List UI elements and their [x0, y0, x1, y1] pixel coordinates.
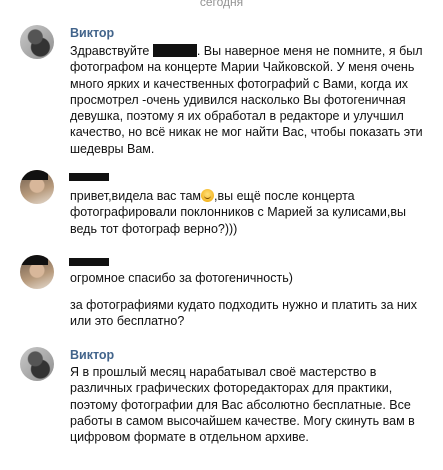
avatar[interactable]	[20, 170, 54, 204]
message-text-rest: . Вы наверное меня не помните, я был фот…	[70, 44, 423, 156]
message-text: за фотографиями кудато подходить нужно и…	[70, 298, 418, 329]
avatar[interactable]	[20, 347, 54, 381]
smile-emoji-icon	[201, 189, 215, 202]
redacted-avatar-bar	[20, 170, 48, 180]
message-2: привет,видела вас там ,вы ещё после конце…	[20, 170, 435, 240]
avatar[interactable]	[20, 25, 54, 59]
message-text: привет,видела вас там ,вы ещё после конце…	[70, 188, 435, 237]
message-text: Здравствуйте . Вы наверное меня не помни…	[70, 43, 435, 157]
message-3: огромное спасибо за фотогеничность) за ф…	[20, 255, 435, 335]
message-text-start: привет,видела вас там	[70, 189, 202, 203]
redacted-avatar-bar	[20, 255, 48, 265]
message-1: Виктор Здравствуйте . Вы наверное меня н…	[20, 25, 435, 165]
message-text: огромное спасибо за фотогеничность)	[70, 271, 293, 285]
message-text-start: Здравствуйте	[70, 44, 153, 58]
message-text: Я в прошлый месяц нарабатывал своё масте…	[70, 365, 415, 445]
avatar[interactable]	[20, 255, 54, 289]
author-name[interactable]: Виктор	[70, 26, 114, 40]
redacted-name	[152, 44, 197, 57]
message-4: Виктор Я в прошлый месяц нарабатывал сво…	[20, 347, 435, 457]
author-name[interactable]: Виктор	[70, 348, 114, 362]
date-separator: сегодня	[199, 0, 244, 9]
redacted-author-name	[69, 258, 109, 266]
redacted-author-name	[69, 173, 109, 181]
